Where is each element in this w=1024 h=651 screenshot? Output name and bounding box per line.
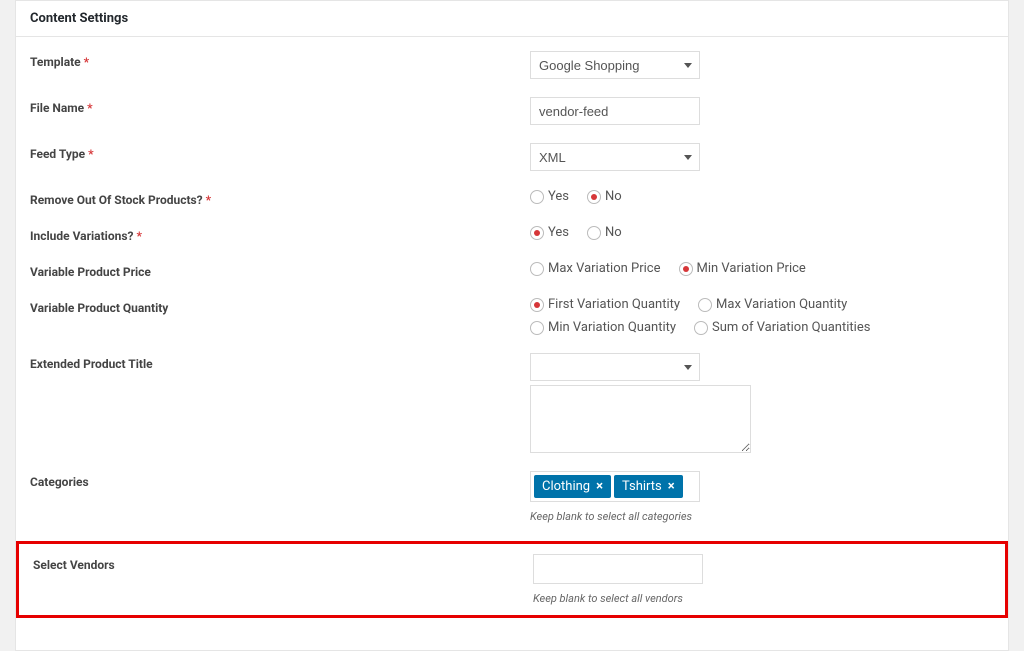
radio-varprice-max[interactable]: Max Variation Price [530,261,661,276]
exttitle-text[interactable] [530,385,751,453]
label-varprice: Variable Product Price [30,261,530,279]
vendors-input[interactable] [533,554,703,584]
radio-varqty-max[interactable]: Max Variation Quantity [698,297,847,312]
label-categories: Categories [30,471,530,489]
close-icon[interactable]: × [596,479,603,494]
tag-clothing[interactable]: Clothing × [534,475,611,498]
label-filename: File Name * [30,97,530,115]
vendors-hint: Keep blank to select all vendors [533,592,683,605]
required-mark: * [88,147,93,161]
label-exttitle: Extended Product Title [30,353,530,371]
radio-varqty-sum[interactable]: Sum of Variation Quantities [694,320,870,335]
panel-body: Template * Google Shopping File Name * F… [16,37,1008,650]
label-template: Template * [30,51,530,69]
close-icon[interactable]: × [668,479,675,494]
content-settings-panel: Content Settings Template * Google Shopp… [15,0,1009,651]
vendors-row-highlight: Select Vendors Keep blank to select all … [16,541,1008,618]
required-mark: * [136,229,141,243]
radio-varqty-first[interactable]: First Variation Quantity [530,297,680,312]
required-mark: * [206,193,211,207]
filename-input[interactable] [530,97,700,125]
categories-hint: Keep blank to select all categories [530,510,692,523]
radio-removestock-yes[interactable]: Yes [530,189,569,204]
radio-includevar-no[interactable]: No [587,225,622,240]
tag-tshirts[interactable]: Tshirts × [614,475,683,498]
radio-varqty-min[interactable]: Min Variation Quantity [530,320,676,335]
categories-input[interactable]: Clothing × Tshirts × [530,471,700,502]
panel-title: Content Settings [16,1,1008,37]
label-feedtype: Feed Type * [30,143,530,161]
radio-varprice-min[interactable]: Min Variation Price [679,261,806,276]
label-vendors: Select Vendors [33,554,533,572]
template-select[interactable]: Google Shopping [530,51,700,79]
required-mark: * [84,55,89,69]
feedtype-select[interactable]: XML [530,143,700,171]
label-varqty: Variable Product Quantity [30,297,530,315]
radio-removestock-no[interactable]: No [587,189,622,204]
label-removestock: Remove Out Of Stock Products? * [30,189,530,207]
exttitle-select[interactable] [530,353,700,381]
required-mark: * [87,101,92,115]
label-includevar: Include Variations? * [30,225,530,243]
radio-includevar-yes[interactable]: Yes [530,225,569,240]
